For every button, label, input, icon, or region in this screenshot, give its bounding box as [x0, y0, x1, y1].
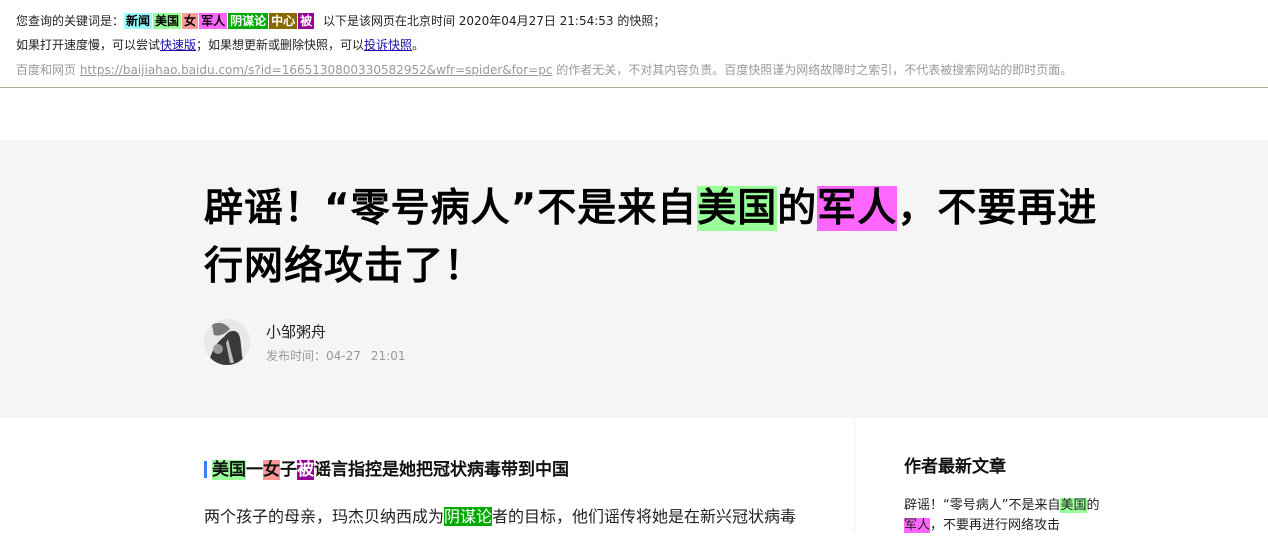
snapshot-time-text: 以下是该网页在北京时间 2020年04月27日 21:54:53 的快照； — [322, 14, 666, 28]
heading-text: 子 — [280, 460, 297, 480]
title-text: 的 — [777, 186, 818, 231]
fast-version-link[interactable]: 快速版 — [160, 38, 196, 52]
keywords-label: 您查询的关键词是： — [16, 14, 125, 28]
publish-info: 发布时间：04-27 21:01 — [266, 348, 405, 364]
keyword-chip: 阴谋论 — [228, 13, 269, 29]
keyword-chip: 军人 — [199, 13, 228, 29]
heading-highlight-bei: 被 — [297, 460, 314, 480]
paragraph-highlight-yinmoulun: 阴谋论 — [444, 507, 493, 526]
publish-date: 发布时间：04-27 — [266, 349, 361, 363]
source-url-link[interactable]: https://baijiahao.baidu.com/s?id=1665130… — [80, 63, 553, 77]
keyword-chip: 新闻 — [124, 13, 153, 29]
sidebar-title: 作者最新文章 — [904, 457, 1006, 477]
heading-highlight-meiguo: 美国 — [212, 460, 246, 480]
latest-text: 的 — [1086, 498, 1100, 513]
author-avatar[interactable] — [204, 319, 250, 365]
keyword-chip: 女 — [182, 13, 199, 29]
disclaimer-text: 的作者无关，不对其内容负责。百度快照谨为网络故障时之索引，不代表被搜索网站的即时… — [552, 63, 1073, 77]
slow-hint-text: 如果打开速度慢，可以尝试 — [16, 38, 161, 52]
publish-time: 21:01 — [370, 349, 406, 363]
snapshot-links-line: 如果打开速度慢，可以尝试快速版；如果想更新或删除快照，可以投诉快照。 — [16, 37, 424, 53]
avatar-image-icon — [204, 319, 250, 365]
title-highlight-meiguo: 美国 — [697, 186, 778, 231]
paragraph-text: 两个孩子的母亲，玛杰贝纳西成为 — [204, 507, 445, 526]
article-paragraph: 两个孩子的母亲，玛杰贝纳西成为阴谋论者的目标，他们谣传将她是在新兴冠状病毒 — [204, 506, 796, 528]
column-divider — [854, 418, 855, 533]
heading-highlight-nv: 女 — [263, 460, 280, 480]
heading-text: 谣言指控是她把冠状病毒带到中国 — [314, 460, 569, 480]
snapshot-disclaimer-line: 百度和网页 https://baijiahao.baidu.com/s?id=1… — [16, 62, 1072, 78]
keyword-chip: 美国 — [153, 13, 182, 29]
disclaimer-prefix: 百度和网页 — [16, 63, 80, 77]
section-heading-bar — [204, 461, 207, 478]
snapshot-header: 您查询的关键词是： 新闻 美国女军人 阴谋论 中心被 以下是该网页在北京时间 2020年… — [0, 0, 1268, 88]
latest-highlight-meiguo: 美国 — [1060, 498, 1087, 513]
section-heading: 美国一女子被谣言指控是她把冠状病毒带到中国 — [204, 458, 569, 482]
title-highlight-junren: 军人 — [817, 186, 898, 231]
keyword-chip: 中心 — [269, 13, 298, 29]
paragraph-text: 者的目标，他们谣传将她是在新兴冠状病毒 — [492, 507, 797, 526]
keyword-chip: 被 — [298, 13, 315, 29]
update-hint-text: ；如果想更新或删除快照，可以 — [196, 38, 365, 52]
complain-snapshot-link[interactable]: 投诉快照 — [364, 38, 412, 52]
latest-text: 辟谣！“零号病人”不是来自 — [904, 498, 1061, 513]
snapshot-keywords-line: 您查询的关键词是： 新闻 美国女军人 阴谋论 中心被 以下是该网页在北京时间 2020年… — [16, 13, 665, 29]
keyword-list: 新闻 美国女军人 阴谋论 中心被 — [124, 13, 315, 29]
sidebar-latest-article-link[interactable]: 辟谣！“零号病人”不是来自美国的军人，不要再进行网络攻击 — [904, 496, 1104, 536]
title-text: 辟谣！“零号病人”不是来自 — [204, 186, 698, 231]
period-text: 。 — [412, 38, 425, 52]
heading-text: 一 — [246, 460, 263, 480]
latest-highlight-junren: 军人 — [904, 518, 931, 533]
article-title: 辟谣！“零号病人”不是来自美国的军人，不要再进行网络攻击了！ — [204, 180, 1124, 296]
latest-text: ，不要再进行网络攻击 — [930, 518, 1061, 533]
author-name[interactable]: 小邹粥舟 — [266, 322, 326, 342]
